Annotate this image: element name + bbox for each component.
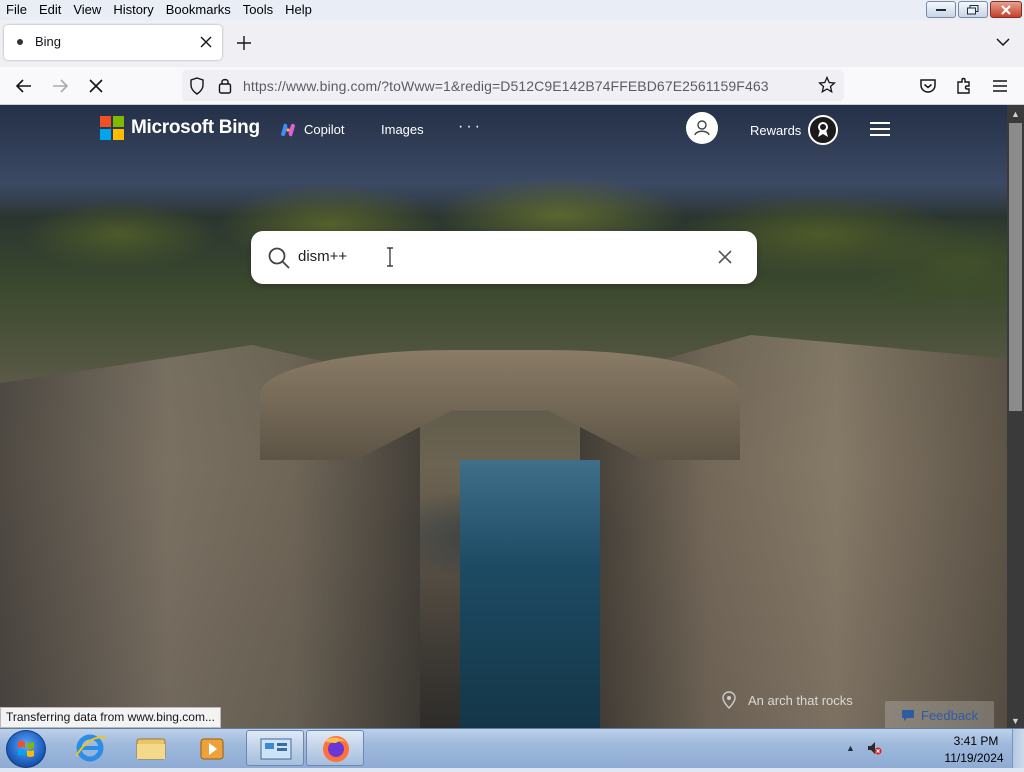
window-controls xyxy=(926,1,1022,18)
close-icon xyxy=(1001,4,1011,15)
show-desktop-button[interactable] xyxy=(1012,729,1024,768)
location-pin-icon xyxy=(722,691,736,709)
page-scrollbar[interactable]: ▲ ▼ xyxy=(1007,105,1024,728)
volume-muted-icon[interactable] xyxy=(866,740,882,756)
taskbar-media-player[interactable] xyxy=(184,730,242,766)
tab-bing[interactable]: Bing xyxy=(4,25,222,60)
url-text[interactable]: https://www.bing.com/?toWww=1&redig=D512… xyxy=(243,78,769,94)
new-tab-icon[interactable] xyxy=(236,35,252,51)
back-arrow-icon[interactable] xyxy=(14,76,34,96)
logo-square-blue xyxy=(100,129,111,140)
list-tabs-chevron-icon[interactable] xyxy=(996,37,1010,47)
search-input[interactable]: dism++ xyxy=(298,248,347,265)
minimize-icon xyxy=(936,8,946,11)
restore-button[interactable] xyxy=(958,1,988,18)
search-icon xyxy=(268,247,290,269)
taskbar: ▲ 3:41 PM 11/19/2024 xyxy=(0,728,1024,768)
pocket-icon[interactable] xyxy=(918,76,938,96)
app-menu-hamburger-icon[interactable] xyxy=(990,76,1010,96)
menu-edit[interactable]: Edit xyxy=(33,0,67,20)
bing-menu-hamburger-icon[interactable] xyxy=(870,122,890,136)
tab-strip: Bing xyxy=(0,20,1024,67)
nav-images[interactable]: Images xyxy=(381,122,424,137)
clock-date[interactable]: 11/19/2024 xyxy=(938,751,1010,765)
lock-icon[interactable] xyxy=(218,77,232,94)
rewards-label[interactable]: Rewards xyxy=(750,123,801,138)
show-hidden-icons-arrow-icon[interactable]: ▲ xyxy=(846,743,855,753)
start-button[interactable] xyxy=(6,730,46,768)
bing-homepage: Microsoft Bing Copilot Images ··· Reward… xyxy=(0,105,1007,728)
restore-icon xyxy=(967,4,979,14)
feedback-label: Feedback xyxy=(921,708,979,723)
background-arch xyxy=(260,350,740,460)
stop-loading-icon[interactable] xyxy=(86,76,106,96)
close-window-button[interactable] xyxy=(990,1,1022,18)
background-water xyxy=(460,460,600,728)
menu-file[interactable]: File xyxy=(0,0,33,20)
logo-square-yellow xyxy=(113,129,124,140)
firefox-icon xyxy=(323,736,349,762)
logo-square-red xyxy=(100,116,111,127)
navigation-toolbar: https://www.bing.com/?toWww=1&redig=D512… xyxy=(0,67,1024,105)
menu-bar: File Edit View History Bookmarks Tools H… xyxy=(0,0,1024,20)
nav-more[interactable]: ··· xyxy=(458,118,483,136)
windows-logo-icon xyxy=(18,741,34,757)
address-bar[interactable]: https://www.bing.com/?toWww=1&redig=D512… xyxy=(182,70,844,101)
copilot-icon[interactable] xyxy=(280,122,296,138)
bing-brand-text[interactable]: Microsoft Bing xyxy=(131,117,260,139)
taskbar-file-explorer[interactable] xyxy=(122,730,180,766)
menu-tools[interactable]: Tools xyxy=(237,0,279,20)
tab-title: Bing xyxy=(35,34,62,49)
sign-in-avatar[interactable] xyxy=(686,112,718,144)
loading-dot-icon xyxy=(17,39,23,45)
trophy-icon xyxy=(818,122,828,137)
scroll-up-arrow-icon[interactable]: ▲ xyxy=(1011,109,1020,119)
menu-history[interactable]: History xyxy=(107,0,159,20)
control-panel-icon xyxy=(260,738,292,760)
clock-time[interactable]: 3:41 PM xyxy=(946,734,1006,748)
menu-help[interactable]: Help xyxy=(279,0,318,20)
text-cursor-icon xyxy=(387,247,393,267)
tracking-shield-icon[interactable] xyxy=(189,77,205,95)
menu-view[interactable]: View xyxy=(67,0,107,20)
image-caption[interactable]: An arch that rocks xyxy=(722,691,853,709)
menu-bookmarks[interactable]: Bookmarks xyxy=(160,0,237,20)
nav-copilot[interactable]: Copilot xyxy=(304,122,344,137)
caption-text[interactable]: An arch that rocks xyxy=(748,693,853,708)
extensions-puzzle-icon[interactable] xyxy=(954,76,974,96)
media-player-icon xyxy=(200,738,224,760)
bookmark-star-icon[interactable] xyxy=(818,76,836,94)
scroll-down-arrow-icon[interactable]: ▼ xyxy=(1011,716,1020,726)
forward-arrow-icon[interactable] xyxy=(50,76,70,96)
minimize-button[interactable] xyxy=(926,1,956,18)
logo-square-green xyxy=(113,116,124,127)
clear-search-icon[interactable] xyxy=(717,249,733,265)
status-text: Transferring data from www.bing.com... xyxy=(0,707,221,728)
taskbar-firefox[interactable] xyxy=(306,730,364,766)
scrollbar-thumb[interactable] xyxy=(1009,123,1022,411)
search-box[interactable]: dism++ xyxy=(251,231,757,284)
taskbar-internet-explorer[interactable] xyxy=(62,730,120,766)
user-icon xyxy=(694,120,710,136)
taskbar-control-panel[interactable] xyxy=(246,730,304,766)
close-tab-icon[interactable] xyxy=(198,34,214,50)
file-explorer-icon xyxy=(136,738,166,760)
internet-explorer-icon xyxy=(75,734,107,762)
microsoft-logo-icon[interactable] xyxy=(100,116,124,140)
rewards-trophy-icon[interactable] xyxy=(808,115,838,145)
feedback-button[interactable]: Feedback xyxy=(885,701,994,728)
feedback-chat-icon xyxy=(902,710,914,721)
